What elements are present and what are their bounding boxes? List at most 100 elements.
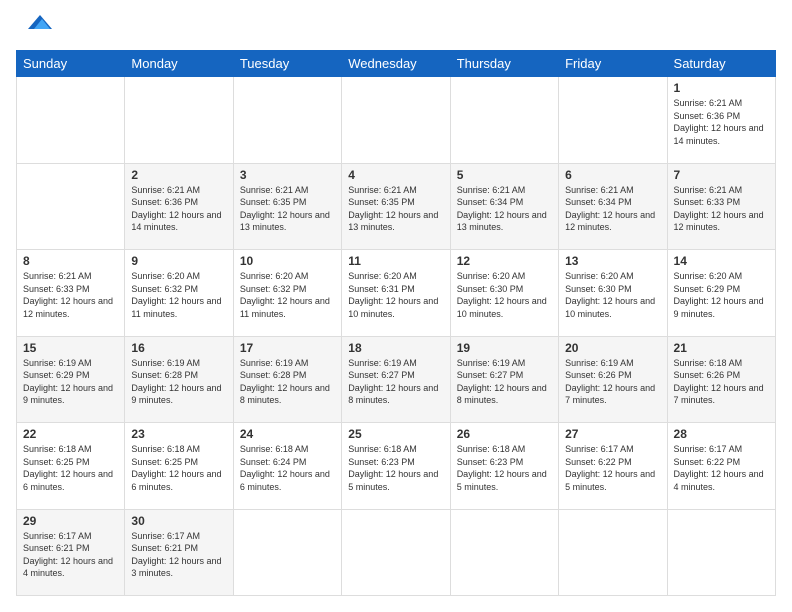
logo bbox=[16, 16, 52, 40]
day-number: 11 bbox=[348, 254, 443, 268]
calendar-cell bbox=[450, 509, 558, 595]
calendar-cell: 11 Sunrise: 6:20 AMSunset: 6:31 PMDayligh… bbox=[342, 250, 450, 336]
calendar-cell bbox=[450, 77, 558, 163]
day-number: 28 bbox=[674, 427, 769, 441]
calendar-header-friday: Friday bbox=[559, 51, 667, 77]
cell-info: Sunrise: 6:20 AMSunset: 6:30 PMDaylight:… bbox=[457, 271, 547, 319]
calendar-page: SundayMondayTuesdayWednesdayThursdayFrid… bbox=[0, 0, 792, 612]
calendar-cell bbox=[559, 77, 667, 163]
day-number: 19 bbox=[457, 341, 552, 355]
calendar-cell bbox=[559, 509, 667, 595]
calendar-cell bbox=[17, 163, 125, 249]
calendar-cell: 9Sunrise: 6:20 AMSunset: 6:32 PMDaylight… bbox=[125, 250, 233, 336]
day-number: 8 bbox=[23, 254, 118, 268]
calendar-header-tuesday: Tuesday bbox=[233, 51, 341, 77]
calendar-week-row: 8 Sunrise: 6:21 AMSunset: 6:33 PMDaylight… bbox=[17, 250, 776, 336]
calendar-header-thursday: Thursday bbox=[450, 51, 558, 77]
day-number: 14 bbox=[674, 254, 769, 268]
cell-info: Sunrise: 6:19 AMSunset: 6:28 PMDaylight:… bbox=[131, 358, 221, 406]
cell-info: Sunrise: 6:21 AMSunset: 6:35 PMDaylight:… bbox=[348, 185, 438, 233]
calendar-cell: 12 Sunrise: 6:20 AMSunset: 6:30 PMDayligh… bbox=[450, 250, 558, 336]
cell-info: Sunrise: 6:20 AMSunset: 6:32 PMDaylight:… bbox=[240, 271, 330, 319]
calendar-cell: 23 Sunrise: 6:18 AMSunset: 6:25 PMDayligh… bbox=[125, 423, 233, 509]
header bbox=[16, 16, 776, 40]
day-number: 15 bbox=[23, 341, 118, 355]
cell-info: Sunrise: 6:21 AMSunset: 6:34 PMDaylight:… bbox=[565, 185, 655, 233]
cell-info: Sunrise: 6:21 AMSunset: 6:33 PMDaylight:… bbox=[674, 185, 764, 233]
calendar-cell: 6 Sunrise: 6:21 AMSunset: 6:34 PMDaylight… bbox=[559, 163, 667, 249]
calendar-cell: 16 Sunrise: 6:19 AMSunset: 6:28 PMDayligh… bbox=[125, 336, 233, 422]
calendar-cell: 8 Sunrise: 6:21 AMSunset: 6:33 PMDaylight… bbox=[17, 250, 125, 336]
cell-info: Sunrise: 6:18 AMSunset: 6:25 PMDaylight:… bbox=[23, 444, 113, 492]
cell-info: Sunrise: 6:17 AMSunset: 6:22 PMDaylight:… bbox=[674, 444, 764, 492]
calendar-cell: 29 Sunrise: 6:17 AMSunset: 6:21 PMDayligh… bbox=[17, 509, 125, 595]
calendar-header-row: SundayMondayTuesdayWednesdayThursdayFrid… bbox=[17, 51, 776, 77]
calendar-header-saturday: Saturday bbox=[667, 51, 775, 77]
cell-info: Sunrise: 6:20 AMSunset: 6:30 PMDaylight:… bbox=[565, 271, 655, 319]
calendar-cell bbox=[233, 77, 341, 163]
cell-info: Sunrise: 6:17 AMSunset: 6:21 PMDaylight:… bbox=[23, 531, 113, 579]
day-number: 25 bbox=[348, 427, 443, 441]
day-number: 22 bbox=[23, 427, 118, 441]
cell-info: Sunrise: 6:21 AMSunset: 6:34 PMDaylight:… bbox=[457, 185, 547, 233]
cell-info: Sunrise: 6:19 AMSunset: 6:29 PMDaylight:… bbox=[23, 358, 113, 406]
calendar-cell: 24 Sunrise: 6:18 AMSunset: 6:24 PMDayligh… bbox=[233, 423, 341, 509]
calendar-cell bbox=[17, 77, 125, 163]
cell-info: Sunrise: 6:21 AMSunset: 6:36 PMDaylight:… bbox=[131, 185, 221, 233]
day-number: 29 bbox=[23, 514, 118, 528]
calendar-cell: 28 Sunrise: 6:17 AMSunset: 6:22 PMDayligh… bbox=[667, 423, 775, 509]
calendar-cell bbox=[667, 509, 775, 595]
calendar-cell: 10Sunrise: 6:20 AMSunset: 6:32 PMDayligh… bbox=[233, 250, 341, 336]
cell-info: Sunrise: 6:18 AMSunset: 6:24 PMDaylight:… bbox=[240, 444, 330, 492]
calendar-cell: 17Sunrise: 6:19 AMSunset: 6:28 PMDayligh… bbox=[233, 336, 341, 422]
logo-icon bbox=[20, 11, 52, 38]
day-number: 24 bbox=[240, 427, 335, 441]
calendar-header-sunday: Sunday bbox=[17, 51, 125, 77]
cell-info: Sunrise: 6:20 AMSunset: 6:31 PMDaylight:… bbox=[348, 271, 438, 319]
calendar-week-row: 1 Sunrise: 6:21 AMSunset: 6:36 PMDaylight… bbox=[17, 77, 776, 163]
day-number: 17 bbox=[240, 341, 335, 355]
calendar-cell: 3 Sunrise: 6:21 AMSunset: 6:35 PMDaylight… bbox=[233, 163, 341, 249]
calendar-week-row: 22 Sunrise: 6:18 AMSunset: 6:25 PMDayligh… bbox=[17, 423, 776, 509]
calendar-cell bbox=[342, 77, 450, 163]
day-number: 12 bbox=[457, 254, 552, 268]
day-number: 16 bbox=[131, 341, 226, 355]
calendar-cell: 30Sunrise: 6:17 AMSunset: 6:21 PMDayligh… bbox=[125, 509, 233, 595]
calendar-cell: 20Sunrise: 6:19 AMSunset: 6:26 PMDayligh… bbox=[559, 336, 667, 422]
day-number: 4 bbox=[348, 168, 443, 182]
cell-info: Sunrise: 6:19 AMSunset: 6:27 PMDaylight:… bbox=[348, 358, 438, 406]
cell-info: Sunrise: 6:17 AMSunset: 6:21 PMDaylight:… bbox=[131, 531, 221, 579]
calendar-cell: 1 Sunrise: 6:21 AMSunset: 6:36 PMDaylight… bbox=[667, 77, 775, 163]
day-number: 5 bbox=[457, 168, 552, 182]
day-number: 7 bbox=[674, 168, 769, 182]
calendar-cell bbox=[125, 77, 233, 163]
day-number: 21 bbox=[674, 341, 769, 355]
cell-info: Sunrise: 6:21 AMSunset: 6:35 PMDaylight:… bbox=[240, 185, 330, 233]
calendar-cell bbox=[233, 509, 341, 595]
cell-info: Sunrise: 6:18 AMSunset: 6:23 PMDaylight:… bbox=[348, 444, 438, 492]
calendar-cell: 22 Sunrise: 6:18 AMSunset: 6:25 PMDayligh… bbox=[17, 423, 125, 509]
cell-info: Sunrise: 6:18 AMSunset: 6:25 PMDaylight:… bbox=[131, 444, 221, 492]
day-number: 20 bbox=[565, 341, 660, 355]
calendar-week-row: 29 Sunrise: 6:17 AMSunset: 6:21 PMDayligh… bbox=[17, 509, 776, 595]
calendar-week-row: 15 Sunrise: 6:19 AMSunset: 6:29 PMDayligh… bbox=[17, 336, 776, 422]
calendar-cell: 27Sunrise: 6:17 AMSunset: 6:22 PMDayligh… bbox=[559, 423, 667, 509]
day-number: 3 bbox=[240, 168, 335, 182]
calendar-table: SundayMondayTuesdayWednesdayThursdayFrid… bbox=[16, 50, 776, 596]
cell-info: Sunrise: 6:21 AMSunset: 6:36 PMDaylight:… bbox=[674, 98, 764, 146]
calendar-cell: 7 Sunrise: 6:21 AMSunset: 6:33 PMDaylight… bbox=[667, 163, 775, 249]
calendar-cell: 14Sunrise: 6:20 AMSunset: 6:29 PMDayligh… bbox=[667, 250, 775, 336]
cell-info: Sunrise: 6:20 AMSunset: 6:32 PMDaylight:… bbox=[131, 271, 221, 319]
day-number: 23 bbox=[131, 427, 226, 441]
cell-info: Sunrise: 6:18 AMSunset: 6:26 PMDaylight:… bbox=[674, 358, 764, 406]
cell-info: Sunrise: 6:21 AMSunset: 6:33 PMDaylight:… bbox=[23, 271, 113, 319]
calendar-week-row: 2 Sunrise: 6:21 AMSunset: 6:36 PMDaylight… bbox=[17, 163, 776, 249]
day-number: 1 bbox=[674, 81, 769, 95]
calendar-cell: 25 Sunrise: 6:18 AMSunset: 6:23 PMDayligh… bbox=[342, 423, 450, 509]
day-number: 2 bbox=[131, 168, 226, 182]
day-number: 26 bbox=[457, 427, 552, 441]
calendar-header-monday: Monday bbox=[125, 51, 233, 77]
day-number: 6 bbox=[565, 168, 660, 182]
calendar-cell: 15 Sunrise: 6:19 AMSunset: 6:29 PMDayligh… bbox=[17, 336, 125, 422]
calendar-header-wednesday: Wednesday bbox=[342, 51, 450, 77]
